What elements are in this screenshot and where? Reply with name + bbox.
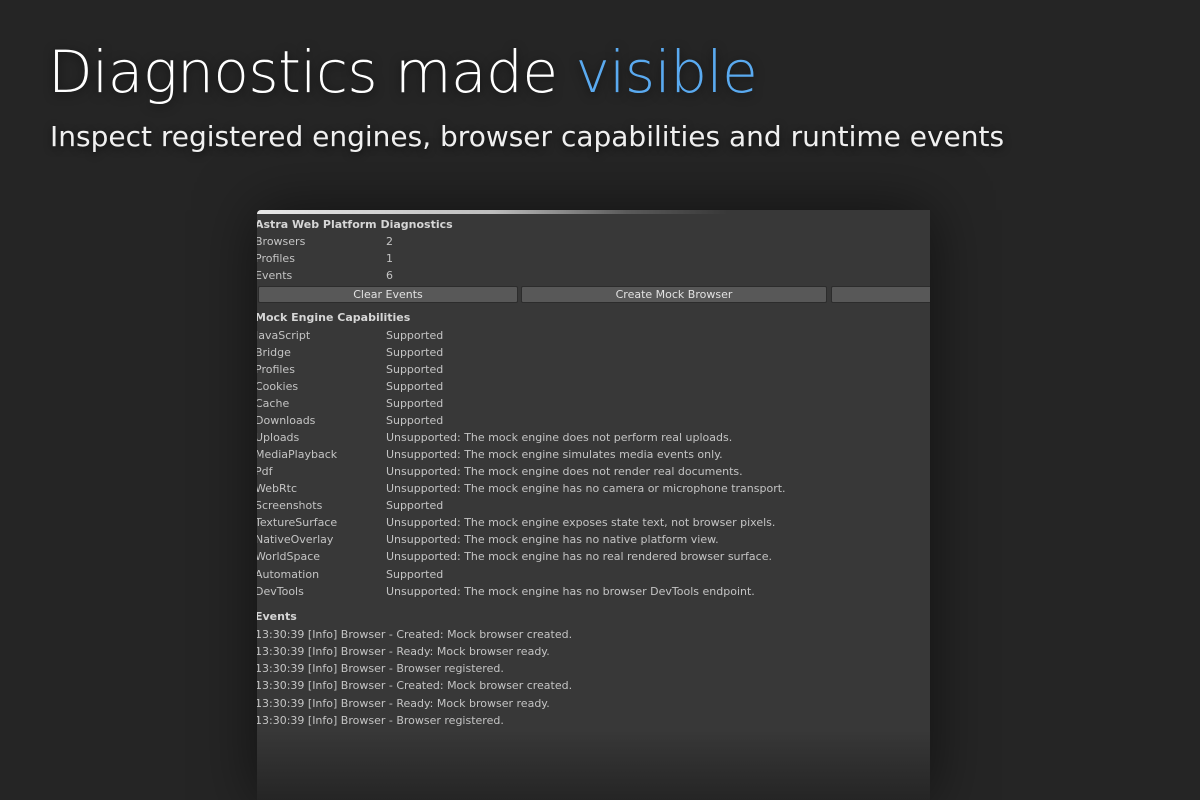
capability-status: Unsupported: The mock engine does not pe… [386,431,733,444]
event-log-entry: 13:30:39 [Info] Browser - Ready: Mock br… [257,645,550,658]
capability-status: Unsupported: The mock engine does not re… [386,465,743,478]
events-title: Events [257,610,297,623]
event-log-entry: 13:30:39 [Info] Browser - Created: Mock … [257,628,573,641]
panel-title: Astra Web Platform Diagnostics [257,218,453,231]
capability-name: MediaPlayback [257,448,338,461]
clear-events-button[interactable]: Clear Events [258,286,518,303]
capability-status: Supported [386,346,444,359]
capability-status: Unsupported: The mock engine has no nati… [386,533,719,546]
capability-status: Supported [386,380,444,393]
hero-title: Diagnostics made visible [48,38,758,108]
stat-value-events: 6 [386,269,393,282]
capability-name: TextureSurface [257,516,338,529]
capability-name: Cache [257,397,290,410]
capability-name: NativeOverlay [257,533,334,546]
capability-name: Uploads [257,431,300,444]
event-log-entry: 13:30:39 [Info] Browser - Created: Mock … [257,679,573,692]
capability-status: Unsupported: The mock engine has no real… [386,550,772,563]
diagnostics-panel: Astra Web Platform Diagnostics Browsers … [257,210,930,800]
capability-name: Profiles [257,363,295,376]
capability-name: Downloads [257,414,316,427]
capability-name: DevTools [257,585,304,598]
hero-subtitle: Inspect registered engines, browser capa… [50,120,1005,153]
capability-status: Supported [386,414,444,427]
overflow-button[interactable] [831,286,930,303]
capability-status: Unsupported: The mock engine exposes sta… [386,516,776,529]
stat-label-browsers: Browsers [257,235,306,248]
capability-name: Automation [257,568,320,581]
capability-status: Supported [386,329,444,342]
event-log-entry: 13:30:39 [Info] Browser - Browser regist… [257,714,504,727]
panel-top-border [257,210,930,214]
capabilities-title: Mock Engine Capabilities [257,311,411,324]
capability-status: Supported [386,397,444,410]
event-log-entry: 13:30:39 [Info] Browser - Browser regist… [257,662,504,675]
capability-name: WebRtc [257,482,297,495]
capability-name: Screenshots [257,499,323,512]
stat-value-browsers: 2 [386,235,393,248]
capability-name: Cookies [257,380,299,393]
hero-title-accent: visible [575,38,758,106]
capability-name: JavaScript [257,329,311,342]
stat-label-events: Events [257,269,293,282]
stat-value-profiles: 1 [386,252,393,265]
capability-status: Supported [386,363,444,376]
capability-name: WorldSpace [257,550,321,563]
capability-name: Pdf [257,465,273,478]
capability-status: Supported [386,499,444,512]
stat-label-profiles: Profiles [257,252,295,265]
hero-title-main: Diagnostics made [48,38,576,106]
capability-status: Supported [386,568,444,581]
capability-status: Unsupported: The mock engine has no brow… [386,585,755,598]
capability-status: Unsupported: The mock engine simulates m… [386,448,723,461]
capability-status: Unsupported: The mock engine has no came… [386,482,786,495]
capability-name: Bridge [257,346,291,359]
event-log-entry: 13:30:39 [Info] Browser - Ready: Mock br… [257,697,550,710]
create-mock-browser-button[interactable]: Create Mock Browser [521,286,827,303]
